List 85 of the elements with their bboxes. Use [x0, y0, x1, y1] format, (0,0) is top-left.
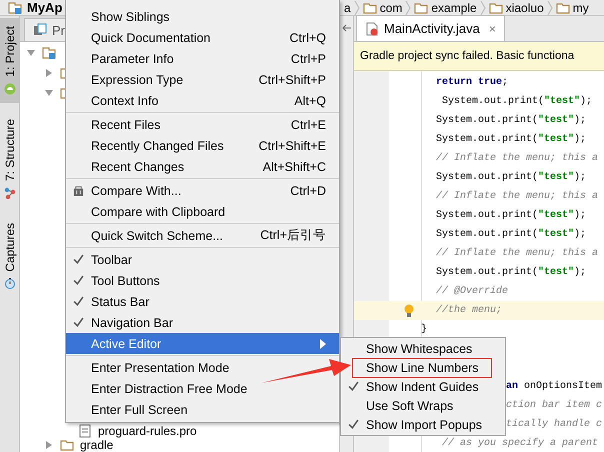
checkmark-icon — [73, 296, 84, 307]
menu-item[interactable]: Context Info Alt+Q — [66, 90, 339, 111]
shortcut-label: Ctrl+Shift+P — [258, 72, 326, 86]
menu-item[interactable]: Compare With... Ctrl+D — [66, 180, 339, 201]
menu-item[interactable]: Recent Files Ctrl+E — [66, 114, 339, 135]
code-line: // as you specify a parent — [441, 438, 598, 449]
shortcut-label: Ctrl+E — [290, 118, 326, 132]
submenu-arrow-icon — [320, 338, 326, 348]
code-line: System.out.print("test"); — [436, 115, 586, 126]
breadcrumb[interactable]: xiaoluo — [506, 0, 544, 14]
breadcrumb[interactable]: a — [344, 0, 351, 14]
menu-item[interactable]: Toolbar — [66, 249, 145, 270]
code-line: tically handle c — [506, 419, 602, 430]
tool-window-tab[interactable]: Captures — [0, 214, 19, 298]
checkmark-icon — [348, 381, 359, 392]
code-line: System.out.print("test"); — [436, 210, 586, 221]
module-icon — [8, 0, 22, 14]
tool-window-tab[interactable]: 1: Project — [0, 18, 19, 103]
shortcut-label: Ctrl+后引号 — [259, 227, 326, 244]
module-icon — [42, 46, 56, 60]
code-line: System.out.print("test"); — [436, 229, 586, 240]
project-icon — [33, 23, 47, 37]
structure-icon[interactable] — [4, 186, 16, 199]
menu-item[interactable]: Recently Changed Files Ctrl+Shift+E — [66, 135, 339, 156]
java-file-icon — [365, 22, 379, 36]
collapse-arrow-icon[interactable] — [44, 68, 54, 78]
stopwatch-icon[interactable] — [4, 277, 16, 290]
tree-item[interactable]: gradle — [80, 438, 114, 452]
shortcut-label: Ctrl+D — [289, 184, 326, 198]
code-line: System.out.print("test"); — [436, 134, 586, 145]
menu-item[interactable]: Show Line Numbers — [341, 358, 505, 377]
menu-item[interactable]: Use Soft Wraps — [341, 396, 505, 415]
breadcrumb[interactable]: com — [380, 0, 402, 14]
shortcut-label: Ctrl+P — [290, 52, 326, 66]
breadcrumb[interactable]: example — [431, 0, 477, 14]
shortcut-label: Ctrl+Q — [288, 30, 326, 44]
chevron-icon — [405, 0, 412, 14]
menu-item[interactable]: Show Whitespaces — [341, 339, 505, 358]
menu-item[interactable]: Status Bar — [66, 291, 162, 312]
menu-item[interactable]: Enter Distraction Free Mode — [66, 378, 260, 399]
menu-item[interactable]: Enter Full Screen — [66, 399, 201, 420]
code-line: // @Override — [436, 286, 508, 297]
expand-arrow-icon[interactable] — [44, 88, 54, 98]
checkmark-icon — [73, 254, 84, 265]
tree-item[interactable]: proguard-rules.pro — [98, 424, 197, 438]
expand-arrow-icon[interactable] — [26, 48, 36, 58]
code-line: return true; — [436, 77, 508, 88]
code-line: } — [421, 324, 428, 335]
code-line: an onOptionsItem — [506, 381, 602, 392]
collapse-arrow-icon[interactable] — [44, 440, 54, 450]
lightbulb-icon[interactable] — [404, 304, 414, 318]
project-name[interactable]: MyAp — [27, 0, 62, 14]
menu-item[interactable]: Parameter Info Ctrl+P — [66, 48, 339, 69]
code-line: System.out.print("test"); — [436, 172, 586, 183]
shortcut-label: Alt+Shift+C — [262, 160, 326, 174]
close-button[interactable]: × — [488, 22, 496, 36]
menu-item[interactable]: Show Import Popups — [341, 415, 505, 434]
checkmark-icon — [348, 419, 359, 430]
menu-item[interactable]: Expression Type Ctrl+Shift+P — [66, 69, 339, 90]
menu-item[interactable]: Quick Switch Scheme... Ctrl+后引号 — [66, 225, 339, 246]
shortcut-label: Alt+Q — [293, 94, 326, 108]
code-line: ction bar item c — [506, 400, 602, 411]
code-line: // Inflate the menu; this a — [436, 248, 598, 259]
menu-item[interactable]: Tool Buttons — [66, 270, 173, 291]
menu-item[interactable]: Active Editor — [66, 333, 339, 354]
code-line: // Inflate the menu; this a — [436, 191, 598, 202]
chevron-icon — [480, 0, 486, 14]
code-line: System.out.print("test"); — [441, 96, 592, 107]
warning-banner: Gradle project sync failed. Basic functiona — [354, 42, 604, 71]
breadcrumb[interactable]: my — [572, 0, 589, 14]
arrow-left-icon[interactable] — [342, 24, 352, 32]
checkmark-icon — [73, 317, 84, 328]
code-line: //the menu; — [436, 305, 502, 316]
code-line: // Inflate the menu; this a — [436, 153, 598, 164]
menu-item[interactable]: Recent Changes Alt+Shift+C — [66, 156, 339, 177]
code-line: System.out.print("test"); — [436, 267, 586, 278]
android-icon[interactable] — [4, 82, 16, 95]
menu-item[interactable]: Show Indent Guides — [341, 377, 505, 396]
checkmark-icon — [73, 275, 84, 286]
menu-item[interactable]: Enter Presentation Mode — [66, 357, 242, 378]
shortcut-label: Ctrl+Shift+E — [258, 138, 326, 152]
menu-item[interactable]: Navigation Bar — [66, 312, 186, 333]
tool-window-tab[interactable]: 7: Structure — [0, 110, 19, 207]
file-icon — [78, 424, 92, 438]
menu-item[interactable]: Compare with Clipboard — [66, 201, 238, 222]
